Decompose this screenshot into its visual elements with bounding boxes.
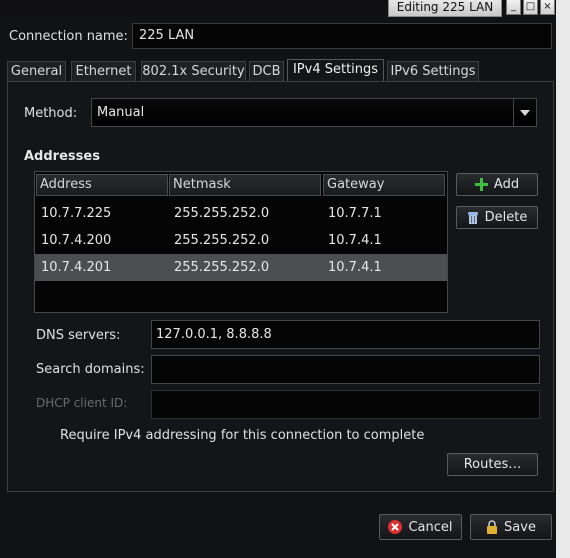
- save-button[interactable]: Save: [470, 514, 552, 540]
- netmask-cell: 255.255.252.0: [174, 260, 270, 275]
- tab-ethernet[interactable]: Ethernet: [71, 61, 136, 81]
- dns-servers-label: DNS servers:: [36, 328, 121, 343]
- connection-name-input[interactable]: 225 LAN: [132, 23, 552, 49]
- column-header-netmask[interactable]: Netmask: [169, 174, 321, 196]
- chevron-down-icon[interactable]: [513, 99, 536, 126]
- netmask-cell: 255.255.252.0: [174, 233, 270, 248]
- gateway-cell: 10.7.4.1: [328, 260, 382, 275]
- search-domains-label: Search domains:: [36, 362, 145, 377]
- table-row[interactable]: 10.7.4.200 255.255.252.0 10.7.4.1: [35, 227, 447, 254]
- address-cell: 10.7.4.201: [41, 260, 112, 275]
- routes-button[interactable]: Routes…: [447, 453, 538, 476]
- tab-ipv6-settings[interactable]: IPv6 Settings: [387, 61, 479, 81]
- add-address-button[interactable]: Add: [456, 173, 538, 196]
- plus-icon: [474, 178, 488, 191]
- table-row-selected[interactable]: 10.7.4.201 255.255.252.0 10.7.4.1: [35, 254, 447, 281]
- minimize-button[interactable]: _: [506, 0, 521, 15]
- cancel-label: Cancel: [408, 519, 453, 535]
- table-row[interactable]: 10.7.7.225 255.255.252.0 10.7.7.1: [35, 200, 447, 227]
- gateway-cell: 10.7.4.1: [328, 233, 382, 248]
- table-header: Address Netmask Gateway: [35, 172, 447, 196]
- connection-name-label: Connection name:: [9, 29, 128, 44]
- method-label: Method:: [24, 106, 78, 121]
- address-cell: 10.7.7.225: [41, 206, 112, 221]
- gateway-cell: 10.7.7.1: [328, 206, 382, 221]
- method-value: Manual: [97, 105, 145, 120]
- column-header-address[interactable]: Address: [36, 174, 168, 196]
- addresses-table[interactable]: Address Netmask Gateway 10.7.7.225 255.2…: [34, 171, 448, 313]
- save-label: Save: [504, 519, 536, 535]
- column-header-gateway[interactable]: Gateway: [323, 174, 445, 196]
- delete-address-button[interactable]: Delete: [456, 206, 538, 229]
- routes-label: Routes…: [463, 457, 522, 472]
- address-cell: 10.7.4.200: [41, 233, 112, 248]
- lock-icon: [486, 520, 498, 534]
- background-window-edge: [556, 0, 570, 558]
- cancel-button[interactable]: Cancel: [379, 514, 462, 540]
- netmask-cell: 255.255.252.0: [174, 206, 270, 221]
- method-select[interactable]: Manual: [91, 98, 537, 127]
- cancel-icon: [388, 520, 403, 534]
- trash-icon: [467, 211, 479, 225]
- addresses-heading: Addresses: [24, 149, 100, 164]
- dhcp-client-id-input: [151, 390, 540, 419]
- tab-ipv4-settings[interactable]: IPv4 Settings: [287, 59, 384, 82]
- add-label: Add: [493, 177, 520, 192]
- dhcp-client-id-label: DHCP client ID:: [36, 396, 128, 410]
- delete-label: Delete: [484, 210, 528, 225]
- close-button[interactable]: ×: [540, 0, 555, 15]
- require-ipv4-checkbox[interactable]: Require IPv4 addressing for this connect…: [60, 428, 424, 443]
- tab-general[interactable]: General: [7, 61, 66, 81]
- search-domains-input[interactable]: [151, 355, 540, 384]
- tab-dcb[interactable]: DCB: [249, 61, 284, 81]
- tab-802-1x-security[interactable]: 802.1x Security: [141, 61, 246, 81]
- dns-servers-input[interactable]: 127.0.0.1, 8.8.8.8: [151, 320, 540, 349]
- maximize-button[interactable]: □: [523, 0, 538, 15]
- window-title: Editing 225 LAN: [388, 0, 502, 17]
